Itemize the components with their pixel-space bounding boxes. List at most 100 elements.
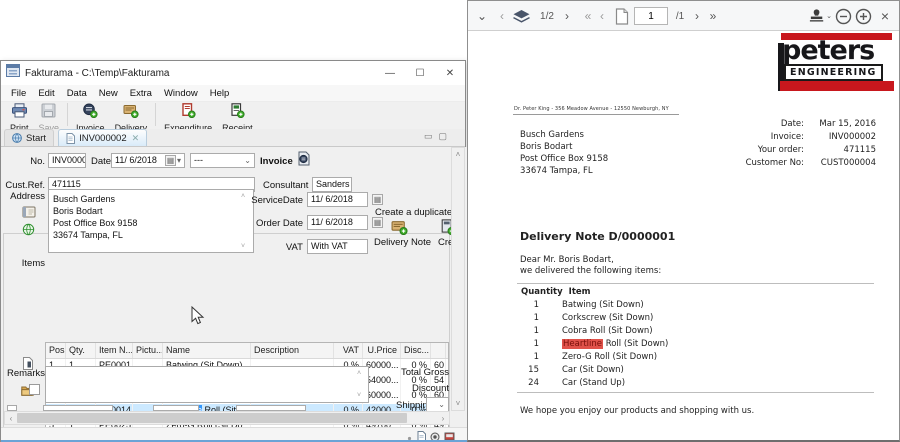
item-cell: Car (Stand Up) xyxy=(562,378,625,391)
orderdate-input[interactable]: 11/ 6/2018 xyxy=(307,215,368,230)
maximize-button[interactable]: ☐ xyxy=(405,61,435,85)
col-header[interactable]: Description xyxy=(251,343,334,358)
intro-line: we delivered the following items: xyxy=(520,266,661,277)
chevron-down-icon: ⌄ xyxy=(826,12,832,20)
next-page-icon[interactable]: › xyxy=(690,1,704,31)
quantity-header: Quantity xyxy=(521,287,563,297)
pdf-table-row: 15 Car (Sit Down) xyxy=(521,365,668,378)
vertical-scrollbar[interactable]: ˄ ˅ xyxy=(451,147,465,411)
col-header[interactable]: VAT xyxy=(334,343,363,358)
menu-item[interactable]: Data xyxy=(61,88,93,99)
item-cell: Corkscrew (Sit Down) xyxy=(562,313,653,326)
orderdate-label: Order Date xyxy=(233,218,303,229)
vat-input[interactable]: With VAT xyxy=(307,239,368,254)
collapse-chevron-icon[interactable]: ⌄ xyxy=(472,1,492,31)
app-icon xyxy=(6,64,20,82)
title-bar[interactable]: Fakturama - C:\Temp\Fakturama — ☐ ✕ xyxy=(1,61,465,85)
stamp-icon[interactable]: ⌄ xyxy=(808,1,832,31)
menu-item[interactable]: Edit xyxy=(32,88,60,99)
consultant-input[interactable]: Sanders xyxy=(312,177,352,192)
prev-page-icon[interactable]: ‹ xyxy=(596,1,608,31)
view-controls[interactable]: ▭ ▢ xyxy=(424,131,447,142)
tab-start-label: Start xyxy=(26,133,46,144)
scroll-down-icon[interactable]: ˅ xyxy=(452,399,464,408)
items-label: Items xyxy=(9,258,45,269)
menu-item[interactable]: Extra xyxy=(124,88,158,99)
date-label: Date xyxy=(91,156,111,167)
receipt-plus-icon xyxy=(229,103,245,123)
layer-page-indicator: 1/2 xyxy=(534,1,560,31)
layers-icon[interactable] xyxy=(509,1,533,31)
item-cell: Car (Sit Down) xyxy=(562,365,624,378)
col-header[interactable]: Qty. xyxy=(66,343,96,358)
zoom-out-icon[interactable] xyxy=(834,1,852,31)
col-header[interactable]: Name xyxy=(163,343,251,358)
servicedate-input[interactable]: 11/ 6/2018 xyxy=(307,192,368,207)
col-header[interactable]: Item N... xyxy=(96,343,133,358)
last-page-icon[interactable]: » xyxy=(705,1,721,31)
col-header[interactable]: Pictu... xyxy=(133,343,163,358)
view-minimize-icon[interactable]: ▭ xyxy=(424,131,433,142)
tab-start[interactable]: Start xyxy=(4,129,54,146)
minimize-button[interactable]: — xyxy=(375,61,405,85)
close-preview-icon[interactable]: × xyxy=(876,1,894,31)
credit-button-label[interactable]: Cred xyxy=(438,237,451,248)
closing-line: We hope you enjoy our products and shopp… xyxy=(520,405,754,417)
menu-item[interactable]: New xyxy=(93,88,124,99)
info-row: Customer No: CUST000004 xyxy=(734,158,876,171)
invoice-number-input[interactable]: INV00000 xyxy=(48,153,86,168)
menu-item[interactable]: File xyxy=(5,88,32,99)
address-textarea[interactable]: Busch Gardens Boris Bodart Post Office B… xyxy=(48,189,254,253)
prev-layer-icon[interactable]: ‹ xyxy=(496,1,508,31)
status-bar xyxy=(1,427,467,441)
delivery-note-button-label[interactable]: Delivery Note xyxy=(374,237,436,248)
shipping-select[interactable]: ⌄ xyxy=(426,397,449,412)
col-header[interactable]: Disc... xyxy=(401,343,431,358)
col-header[interactable]: Pos xyxy=(46,343,66,358)
globe-icon xyxy=(12,133,22,143)
remarks-textarea[interactable] xyxy=(45,366,369,403)
toolbar: Print Save Invoice Delivery Expenditure xyxy=(1,102,465,129)
scroll-left-icon[interactable]: ‹ xyxy=(5,414,17,423)
horizontal-scrollbar[interactable]: ‹ › xyxy=(4,411,450,425)
expenditure-plus-icon xyxy=(180,103,196,123)
menu-item[interactable]: Window xyxy=(158,88,204,99)
next-layer-icon[interactable]: › xyxy=(560,1,574,31)
pdf-table-header: Quantity Item xyxy=(521,287,591,297)
close-button[interactable]: ✕ xyxy=(435,61,465,85)
kind-select[interactable]: --- ⌄ xyxy=(190,153,255,168)
scroll-up-icon[interactable]: ˄ xyxy=(452,150,464,159)
info-label: Invoice: xyxy=(734,132,804,145)
calendar-icon[interactable]: ▦ xyxy=(372,217,383,228)
menu-item[interactable]: Help xyxy=(204,88,236,99)
first-page-icon[interactable]: « xyxy=(580,1,596,31)
globe-sync-icon[interactable] xyxy=(22,223,35,241)
view-maximize-icon[interactable]: ▢ xyxy=(438,131,447,142)
salutation-line: Dear Mr. Boris Bodart, xyxy=(520,255,661,266)
zoom-in-icon[interactable] xyxy=(854,1,872,31)
info-row: Invoice: INV000002 xyxy=(734,132,876,145)
date-input[interactable]: 11/ 6/2018 ▦▾ xyxy=(111,153,185,168)
recipient-line: Busch Gardens xyxy=(520,129,608,141)
tab-invoice[interactable]: INV000002 ✕ xyxy=(58,129,147,146)
custref-label: Cust.Ref. xyxy=(5,180,45,191)
scrollbar-thumb[interactable] xyxy=(17,413,407,423)
pdf-table-row: 1 Zero-G Roll (Sit Down) xyxy=(521,352,668,365)
logo-wordmark: peters xyxy=(782,39,874,63)
calendar-icon[interactable]: ▦ xyxy=(372,194,383,205)
col-header[interactable] xyxy=(431,343,446,358)
logo-bottom-bar xyxy=(780,81,894,91)
fakturama-window: Fakturama - C:\Temp\Fakturama — ☐ ✕ File… xyxy=(0,60,466,442)
remarks-checkbox[interactable] xyxy=(29,384,40,395)
quantity-cell: 15 xyxy=(521,365,539,378)
pdf-table-row: 1 Cobra Roll (Sit Down) xyxy=(521,326,668,339)
menu-bar: FileEditDataNewExtraWindowHelp xyxy=(1,85,465,102)
scroll-right-icon[interactable]: › xyxy=(437,414,449,423)
address-book-icon[interactable] xyxy=(22,205,36,223)
tab-close-icon[interactable]: ✕ xyxy=(132,133,140,144)
page-number-input[interactable] xyxy=(634,7,668,25)
servicedate-label: ServiceDate xyxy=(233,195,303,206)
col-header[interactable]: U.Price xyxy=(363,343,401,358)
logo-subtitle: ENGINEERING xyxy=(784,64,883,81)
calendar-icon[interactable]: ▦ xyxy=(165,155,176,166)
